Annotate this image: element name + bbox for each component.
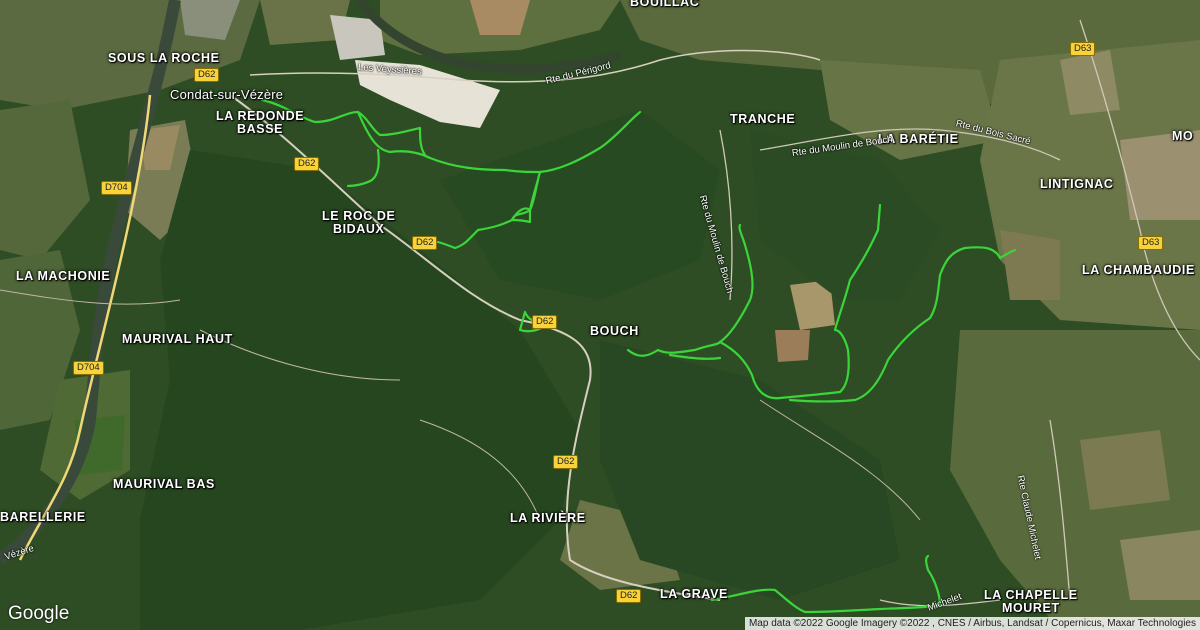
place-label-tranche: TRANCHE — [730, 112, 796, 126]
road-shield-d62: D62 — [532, 315, 558, 329]
place-label-maurival-bas: MAURIVAL BAS — [113, 477, 215, 491]
road-shield-d62: D62 — [553, 455, 579, 469]
road-shield-d63: D63 — [1138, 236, 1164, 250]
place-label-le-roc-de-bidaux: LE ROC DE BIDAUX — [322, 209, 396, 236]
road-shield-d62: D62 — [616, 589, 642, 603]
place-label-sous-la-roche: SOUS LA ROCHE — [108, 51, 220, 65]
place-label-la-chambaudie: LA CHAMBAUDIE — [1082, 263, 1195, 277]
satellite-map[interactable]: SOUS LA ROCHE Condat-sur-Vézère LA REDON… — [0, 0, 1200, 630]
place-label-bouch: BOUCH — [590, 324, 639, 338]
place-label-la-redonde-basse: LA REDONDE BASSE — [216, 109, 305, 136]
road-shield-d63: D63 — [1070, 42, 1096, 56]
place-label-condat-sur-vezere: Condat-sur-Vézère — [170, 87, 284, 102]
road-shield-d704: D704 — [101, 181, 132, 195]
map-attribution: Map data ©2022 Google Imagery ©2022 , CN… — [744, 617, 1200, 630]
road-shield-d62: D62 — [194, 68, 220, 82]
place-label-lintignac: LINTIGNAC — [1040, 177, 1114, 191]
road-shield-d62: D62 — [294, 157, 320, 171]
place-label-mo: MO — [1172, 129, 1194, 143]
place-label-la-chapelle-mouret: LA CHAPELLE MOURET — [984, 588, 1078, 615]
road-shield-d704: D704 — [73, 361, 104, 375]
place-label-la-machonie: LA MACHONIE — [16, 269, 111, 283]
place-label-la-grave: LA GRAVE — [660, 587, 728, 601]
google-logo[interactable]: Google — [8, 603, 69, 625]
place-label-bouillac: BOUILLAC — [630, 0, 700, 9]
place-label-maurival-haut: MAURIVAL HAUT — [122, 332, 233, 346]
place-label-la-riviere: LA RIVIÈRE — [510, 511, 586, 525]
road-shield-d62: D62 — [412, 236, 438, 250]
place-label-barellerie: BARELLERIE — [0, 510, 86, 524]
